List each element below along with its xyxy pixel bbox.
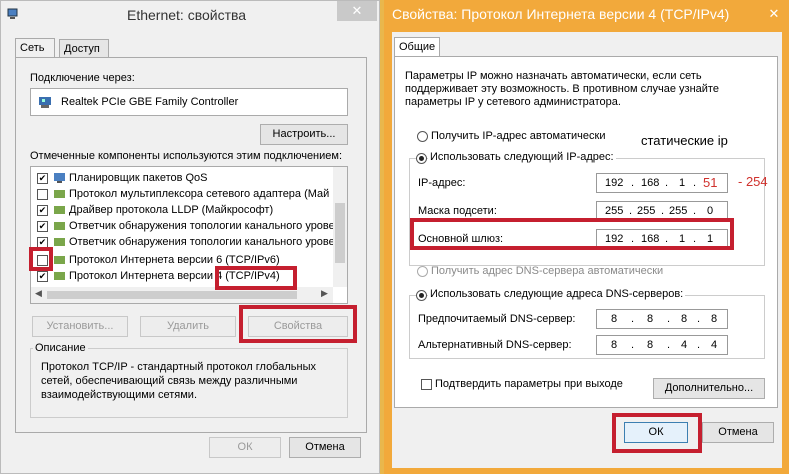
protocol-icon	[53, 220, 66, 232]
use-dns-label: Использовать следующие адреса DNS-сервер…	[428, 288, 686, 300]
cancel-button[interactable]: Отмена	[702, 422, 774, 443]
adapter-icon	[38, 95, 52, 109]
adapter-name: Realtek PCIe GBE Family Controller	[61, 96, 239, 108]
mask-label: Маска подсети:	[418, 205, 497, 217]
component-checkbox[interactable]: ✔	[37, 173, 48, 184]
auto-dns-label: Получить адрес DNS-сервера автоматически	[431, 265, 664, 277]
list-item[interactable]: ✔ Планировщик пакетов QoS	[37, 171, 337, 187]
component-checkbox[interactable]: ✔	[37, 205, 48, 216]
list-item[interactable]: ✔ Ответчик обнаружения топологии канальн…	[37, 219, 337, 235]
network-icon	[7, 8, 19, 20]
static-ip-note: статические ip	[641, 133, 728, 148]
scrollbar-thumb[interactable]	[335, 203, 345, 263]
components-list[interactable]: ✔ Планировщик пакетов QoS Протокол мульт…	[30, 166, 348, 304]
close-icon[interactable]: ✕	[762, 4, 786, 24]
remove-button[interactable]: Удалить	[140, 316, 236, 337]
ok-button[interactable]: ОК	[209, 437, 281, 458]
auto-ip-label: Получить IP-адрес автоматически	[431, 130, 606, 142]
vertical-scrollbar[interactable]	[333, 167, 347, 287]
protocol-icon	[53, 236, 66, 248]
connect-via-label: Подключение через:	[30, 72, 135, 84]
tab-network[interactable]: Сеть	[15, 38, 55, 58]
highlight-ipv6-checkbox	[29, 247, 53, 271]
ip-label: IP-адрес:	[418, 177, 466, 189]
highlight-ok-button	[612, 413, 702, 453]
cancel-button[interactable]: Отмена	[289, 437, 361, 458]
tab-sharing[interactable]: Доступ	[59, 39, 109, 57]
list-item[interactable]: ✔ Ответчик обнаружения топологии канальн…	[37, 235, 337, 251]
protocol-icon	[53, 270, 66, 282]
preferred-dns-label: Предпочитаемый DNS-сервер:	[418, 313, 576, 325]
window-title: Ethernet: свойства	[127, 7, 247, 23]
preferred-dns-field[interactable]: 8. 8. 8. 8	[596, 309, 728, 329]
alternate-dns-label: Альтернативный DNS-сервер:	[418, 339, 572, 351]
use-ip-radio[interactable]	[416, 153, 427, 164]
scroll-left-icon[interactable]: ◀	[35, 288, 42, 299]
ipv4-properties-window: Свойства: Протокол Интернета версии 4 (T…	[384, 0, 789, 474]
configure-button[interactable]: Настроить...	[260, 124, 348, 145]
protocol-icon	[53, 204, 66, 216]
list-item[interactable]: ✔ Драйвер протокола LLDP (Майкрософт)	[37, 203, 337, 219]
intro-line: параметры IP у сетевого администратора.	[405, 96, 621, 108]
intro-line: Параметры IP можно назначать автоматичес…	[405, 70, 702, 82]
protocol-icon	[53, 188, 66, 200]
protocol-icon	[53, 254, 66, 266]
description-group: Описание Протокол TCP/IP - стандартный п…	[30, 342, 348, 418]
validate-label: Подтвердить параметры при выходе	[435, 378, 623, 390]
adapter-box: Realtek PCIe GBE Family Controller	[30, 88, 348, 116]
validate-checkbox[interactable]	[421, 379, 432, 390]
close-icon[interactable]: ✕	[337, 1, 377, 21]
tab-general[interactable]: Общие	[394, 37, 440, 57]
description-title: Описание	[33, 342, 88, 354]
highlight-gateway-row	[410, 218, 734, 250]
description-line: взаимодействующими сетями.	[41, 389, 198, 401]
description-line: Протокол TCP/IP - стандартный протокол г…	[41, 361, 316, 373]
title-bar[interactable]: Свойства: Протокол Интернета версии 4 (T…	[384, 0, 789, 30]
scrollbar-thumb[interactable]	[47, 291, 297, 299]
use-dns-radio[interactable]	[416, 290, 427, 301]
auto-dns-radio[interactable]	[417, 266, 428, 277]
advanced-button[interactable]: Дополнительно...	[653, 378, 765, 399]
tab-panel: Подключение через: Realtek PCIe GBE Fami…	[15, 57, 367, 433]
component-checkbox[interactable]: ✔	[37, 271, 48, 282]
title-bar[interactable]: Ethernet: свойства ✕	[1, 1, 379, 29]
scroll-right-icon[interactable]: ▶	[321, 288, 328, 299]
highlight-properties-button	[239, 305, 357, 343]
install-button[interactable]: Установить...	[32, 316, 128, 337]
description-line: сетей, обеспечивающий связь между различ…	[41, 375, 298, 387]
intro-line: поддерживает эту возможность. В противно…	[405, 83, 719, 95]
list-item[interactable]: Протокол мультиплексора сетевого адаптер…	[37, 187, 337, 203]
window-title: Свойства: Протокол Интернета версии 4 (T…	[392, 6, 730, 22]
components-label: Отмеченные компоненты используются этим …	[30, 150, 343, 162]
qos-icon	[53, 172, 66, 184]
range-note: - 254	[738, 174, 768, 189]
component-checkbox[interactable]: ✔	[37, 221, 48, 232]
dns-group: Использовать следующие адреса DNS-сервер…	[409, 288, 765, 359]
use-ip-label: Использовать следующий IP-адрес:	[428, 151, 616, 163]
alternate-dns-field[interactable]: 8. 8. 4. 4	[596, 335, 728, 355]
auto-ip-radio[interactable]	[417, 131, 428, 142]
ethernet-properties-window: Ethernet: свойства ✕ Сеть Доступ Подключ…	[0, 0, 380, 474]
ip-address-field[interactable]: 192. 168. 1. 51	[596, 173, 728, 193]
component-checkbox[interactable]	[37, 189, 48, 200]
highlight-ipv4-label	[215, 266, 297, 290]
